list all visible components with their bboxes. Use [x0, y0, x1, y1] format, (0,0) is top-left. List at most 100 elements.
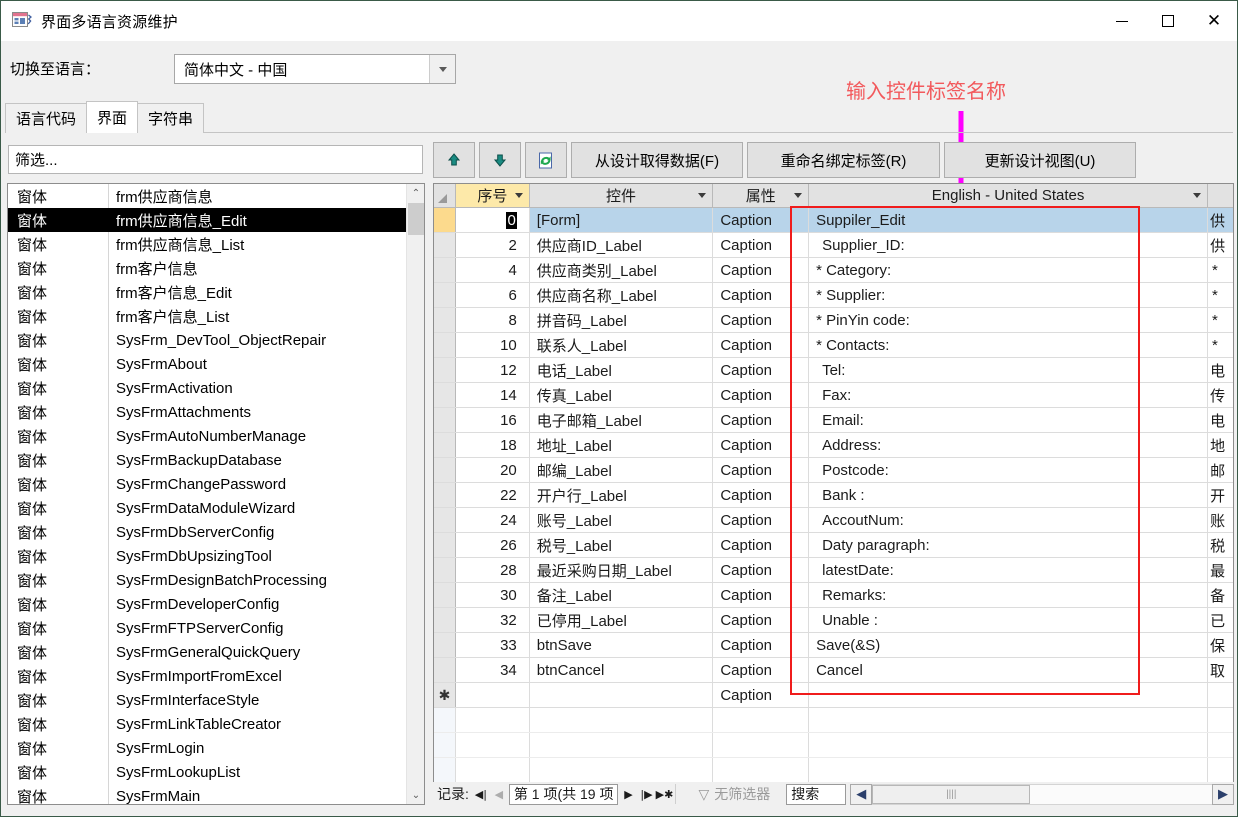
- grid-column-header-property[interactable]: 属性: [713, 184, 810, 207]
- list-item[interactable]: 窗体 SysFrmDeveloperConfig: [8, 592, 408, 616]
- list-item[interactable]: 窗体 frm客户信息: [8, 256, 408, 280]
- cell-chinese[interactable]: 供: [1208, 208, 1233, 232]
- cell-property[interactable]: Caption: [713, 358, 810, 382]
- scroll-right-icon[interactable]: ▶: [1212, 783, 1234, 805]
- cell-control[interactable]: 账号_Label: [530, 508, 714, 532]
- table-row[interactable]: 6 供应商名称_Label Caption * Supplier: *: [434, 283, 1233, 308]
- cell-chinese[interactable]: 供: [1208, 233, 1233, 257]
- cell-property[interactable]: Caption: [713, 408, 810, 432]
- first-record-icon[interactable]: ◀|: [472, 783, 490, 805]
- cell-english[interactable]: Bank :: [809, 483, 1209, 507]
- new-record-row[interactable]: ✱ Caption: [434, 683, 1233, 708]
- list-item[interactable]: 窗体 SysFrmMain: [8, 784, 408, 804]
- row-selector[interactable]: [434, 558, 456, 582]
- refresh-button[interactable]: [525, 142, 567, 178]
- cell-property[interactable]: Caption: [713, 608, 810, 632]
- translation-grid[interactable]: 序号 控件 属性 English - United States 0 [Form]…: [433, 183, 1234, 805]
- chevron-down-icon[interactable]: [429, 55, 455, 83]
- list-item[interactable]: 窗体 SysFrmAbout: [8, 352, 408, 376]
- row-selector[interactable]: [434, 483, 456, 507]
- cell-chinese[interactable]: 已: [1208, 608, 1233, 632]
- cell-control[interactable]: 已停用_Label: [530, 608, 714, 632]
- filter-input[interactable]: 筛选...: [8, 145, 423, 174]
- table-row[interactable]: 14 传真_Label Caption Fax: 传: [434, 383, 1233, 408]
- maximize-button[interactable]: [1145, 1, 1191, 41]
- scrollbar-thumb[interactable]: [408, 203, 424, 235]
- tab-strings[interactable]: 字符串: [137, 103, 205, 133]
- cell-seq[interactable]: 24: [456, 508, 530, 532]
- table-row[interactable]: 30 备注_Label Caption Remarks: 备: [434, 583, 1233, 608]
- cell-property[interactable]: Caption: [713, 433, 810, 457]
- cell-english[interactable]: Supplier_ID:: [809, 233, 1209, 257]
- cell-english[interactable]: AccoutNum:: [809, 508, 1209, 532]
- list-item[interactable]: 窗体 SysFrmLinkTableCreator: [8, 712, 408, 736]
- cell-english[interactable]: * Supplier:: [809, 283, 1209, 307]
- cell-property[interactable]: Caption: [713, 308, 810, 332]
- language-combobox[interactable]: 简体中文 - 中国: [174, 54, 456, 84]
- cell-control[interactable]: 电子邮箱_Label: [530, 408, 714, 432]
- cell-seq[interactable]: 34: [456, 658, 530, 682]
- list-item[interactable]: 窗体 SysFrmLookupList: [8, 760, 408, 784]
- row-selector[interactable]: [434, 433, 456, 457]
- cell-control[interactable]: 地址_Label: [530, 433, 714, 457]
- cell-control[interactable]: 电话_Label: [530, 358, 714, 382]
- row-selector[interactable]: [434, 208, 456, 232]
- cell-chinese[interactable]: [1208, 683, 1233, 707]
- cell-seq[interactable]: 22: [456, 483, 530, 507]
- cell-chinese[interactable]: *: [1208, 333, 1233, 357]
- row-selector[interactable]: [434, 658, 456, 682]
- cell-english[interactable]: Suppiler_Edit: [809, 208, 1209, 232]
- grid-column-header-seq[interactable]: 序号: [455, 184, 530, 207]
- cell-seq[interactable]: 8: [456, 308, 530, 332]
- current-record-input[interactable]: 第 1 项(共 19 项: [508, 783, 619, 805]
- table-row[interactable]: 12 电话_Label Caption Tel: 电: [434, 358, 1233, 383]
- cell-english[interactable]: Fax:: [809, 383, 1209, 407]
- cell-english[interactable]: [809, 683, 1209, 707]
- cell-seq[interactable]: [456, 683, 530, 707]
- row-selector[interactable]: [434, 308, 456, 332]
- cell-control[interactable]: 拼音码_Label: [530, 308, 714, 332]
- grid-column-header-control[interactable]: 控件: [530, 184, 714, 207]
- cell-seq[interactable]: 6: [456, 283, 530, 307]
- table-row[interactable]: 8 拼音码_Label Caption * PinYin code: *: [434, 308, 1233, 333]
- row-selector[interactable]: [434, 358, 456, 382]
- table-row[interactable]: 22 开户行_Label Caption Bank :开: [434, 483, 1233, 508]
- row-selector[interactable]: [434, 533, 456, 557]
- cell-control[interactable]: [530, 683, 714, 707]
- last-record-icon[interactable]: |▶: [637, 783, 655, 805]
- cell-property[interactable]: Caption: [713, 508, 810, 532]
- scroll-left-icon[interactable]: ◀: [850, 783, 873, 805]
- cell-property[interactable]: Caption: [713, 633, 810, 657]
- cell-english[interactable]: Save(&S): [809, 633, 1209, 657]
- cell-control[interactable]: 供应商名称_Label: [530, 283, 714, 307]
- table-row[interactable]: 32 已停用_Label Caption Unable :已: [434, 608, 1233, 633]
- chevron-up-icon[interactable]: ⌃: [407, 184, 424, 202]
- table-row[interactable]: 4 供应商类别_Label Caption * Category: *: [434, 258, 1233, 283]
- chevron-down-icon[interactable]: [514, 193, 523, 198]
- move-down-button[interactable]: [479, 142, 521, 178]
- get-from-design-button[interactable]: 从设计取得数据(F): [571, 142, 743, 178]
- cell-english[interactable]: * PinYin code:: [809, 308, 1209, 332]
- table-row[interactable]: 18 地址_Label Caption Address: 地: [434, 433, 1233, 458]
- list-item[interactable]: 窗体 SysFrm_DevTool_ObjectRepair: [8, 328, 408, 352]
- cell-seq[interactable]: 10: [456, 333, 530, 357]
- cell-english[interactable]: Daty paragraph:: [809, 533, 1209, 557]
- minimize-button[interactable]: [1099, 1, 1145, 41]
- new-record-icon[interactable]: ▶✱: [655, 783, 674, 805]
- chevron-down-icon[interactable]: [794, 193, 803, 198]
- cell-chinese[interactable]: 保: [1208, 633, 1233, 657]
- cell-chinese[interactable]: 备: [1208, 583, 1233, 607]
- cell-property[interactable]: Caption: [713, 208, 810, 232]
- cell-chinese[interactable]: 邮: [1208, 458, 1233, 482]
- cell-chinese[interactable]: 税: [1208, 533, 1233, 557]
- search-input[interactable]: 搜索: [786, 783, 847, 805]
- cell-control[interactable]: 供应商ID_Label: [530, 233, 714, 257]
- cell-control[interactable]: 备注_Label: [530, 583, 714, 607]
- table-row[interactable]: 34 btnCancel Caption Cancel 取: [434, 658, 1233, 683]
- object-list-scrollbar[interactable]: ⌃ ⌄: [406, 184, 424, 804]
- grid-column-header-english[interactable]: English - United States: [809, 184, 1209, 207]
- close-button[interactable]: ✕: [1191, 1, 1237, 41]
- row-selector[interactable]: [434, 283, 456, 307]
- list-item[interactable]: 窗体 frm客户信息_List: [8, 304, 408, 328]
- list-item[interactable]: 窗体 SysFrmDataModuleWizard: [8, 496, 408, 520]
